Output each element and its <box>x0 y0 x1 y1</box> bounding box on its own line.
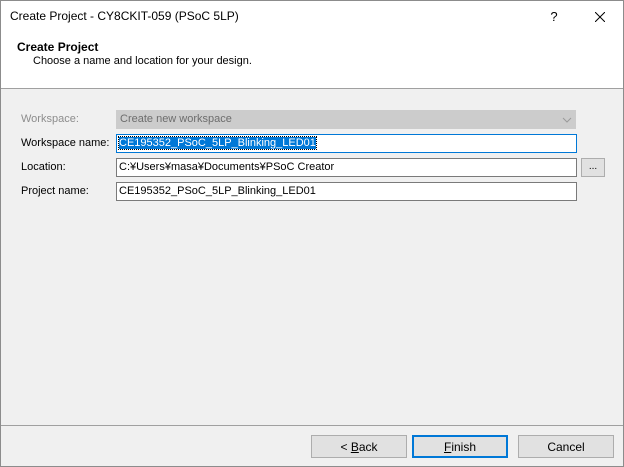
project-name-label: Project name: <box>21 185 89 197</box>
finish-button-rest: inish <box>451 439 477 454</box>
cancel-button[interactable]: Cancel <box>518 435 614 458</box>
back-button-rest: ack <box>358 439 378 454</box>
back-button-prefix: < <box>340 439 351 454</box>
workspace-name-input[interactable]: CE195352_PSoC_5LP_Blinking_LED01 <box>116 134 577 153</box>
location-input[interactable]: C:¥Users¥masa¥Documents¥PSoC Creator <box>116 158 577 177</box>
back-button[interactable]: < Back <box>311 435 407 458</box>
location-row: Location: C:¥Users¥masa¥Documents¥PSoC C… <box>1 158 623 178</box>
workspace-combobox: Create new workspace <box>116 110 576 129</box>
project-name-input[interactable]: CE195352_PSoC_5LP_Blinking_LED01 <box>116 182 577 201</box>
workspace-row: Workspace: Create new workspace <box>1 110 623 130</box>
location-label: Location: <box>21 161 66 173</box>
finish-button[interactable]: Finish <box>412 435 508 458</box>
close-button[interactable] <box>577 1 623 32</box>
help-button[interactable]: ? <box>531 1 577 32</box>
workspace-name-value: CE195352_PSoC_5LP_Blinking_LED01 <box>118 136 317 150</box>
workspace-label: Workspace: <box>21 113 79 125</box>
workspace-combobox-value: Create new workspace <box>120 113 232 125</box>
back-button-accel: B <box>350 439 359 454</box>
header-subtitle: Choose a name and location for your desi… <box>33 55 252 67</box>
header-title: Create Project <box>17 40 99 54</box>
browse-button[interactable]: ... <box>581 158 605 177</box>
dialog-footer: < Back Finish Cancel <box>1 425 623 466</box>
workspace-name-label: Workspace name: <box>21 137 110 149</box>
finish-button-accel: F <box>443 439 452 454</box>
title-bar: Create Project - CY8CKIT-059 (PSoC 5LP) … <box>1 1 623 32</box>
project-name-row: Project name: CE195352_PSoC_5LP_Blinking… <box>1 182 623 202</box>
close-icon <box>595 11 605 22</box>
dialog-header: Create Project Choose a name and locatio… <box>1 32 623 89</box>
workspace-name-row: Workspace name: CE195352_PSoC_5LP_Blinki… <box>1 134 623 154</box>
location-value: C:¥Users¥masa¥Documents¥PSoC Creator <box>119 161 335 173</box>
create-project-dialog: Create Project - CY8CKIT-059 (PSoC 5LP) … <box>0 0 624 467</box>
project-name-value: CE195352_PSoC_5LP_Blinking_LED01 <box>119 185 316 197</box>
window-title: Create Project - CY8CKIT-059 (PSoC 5LP) <box>10 9 239 23</box>
chevron-down-icon <box>562 117 572 123</box>
